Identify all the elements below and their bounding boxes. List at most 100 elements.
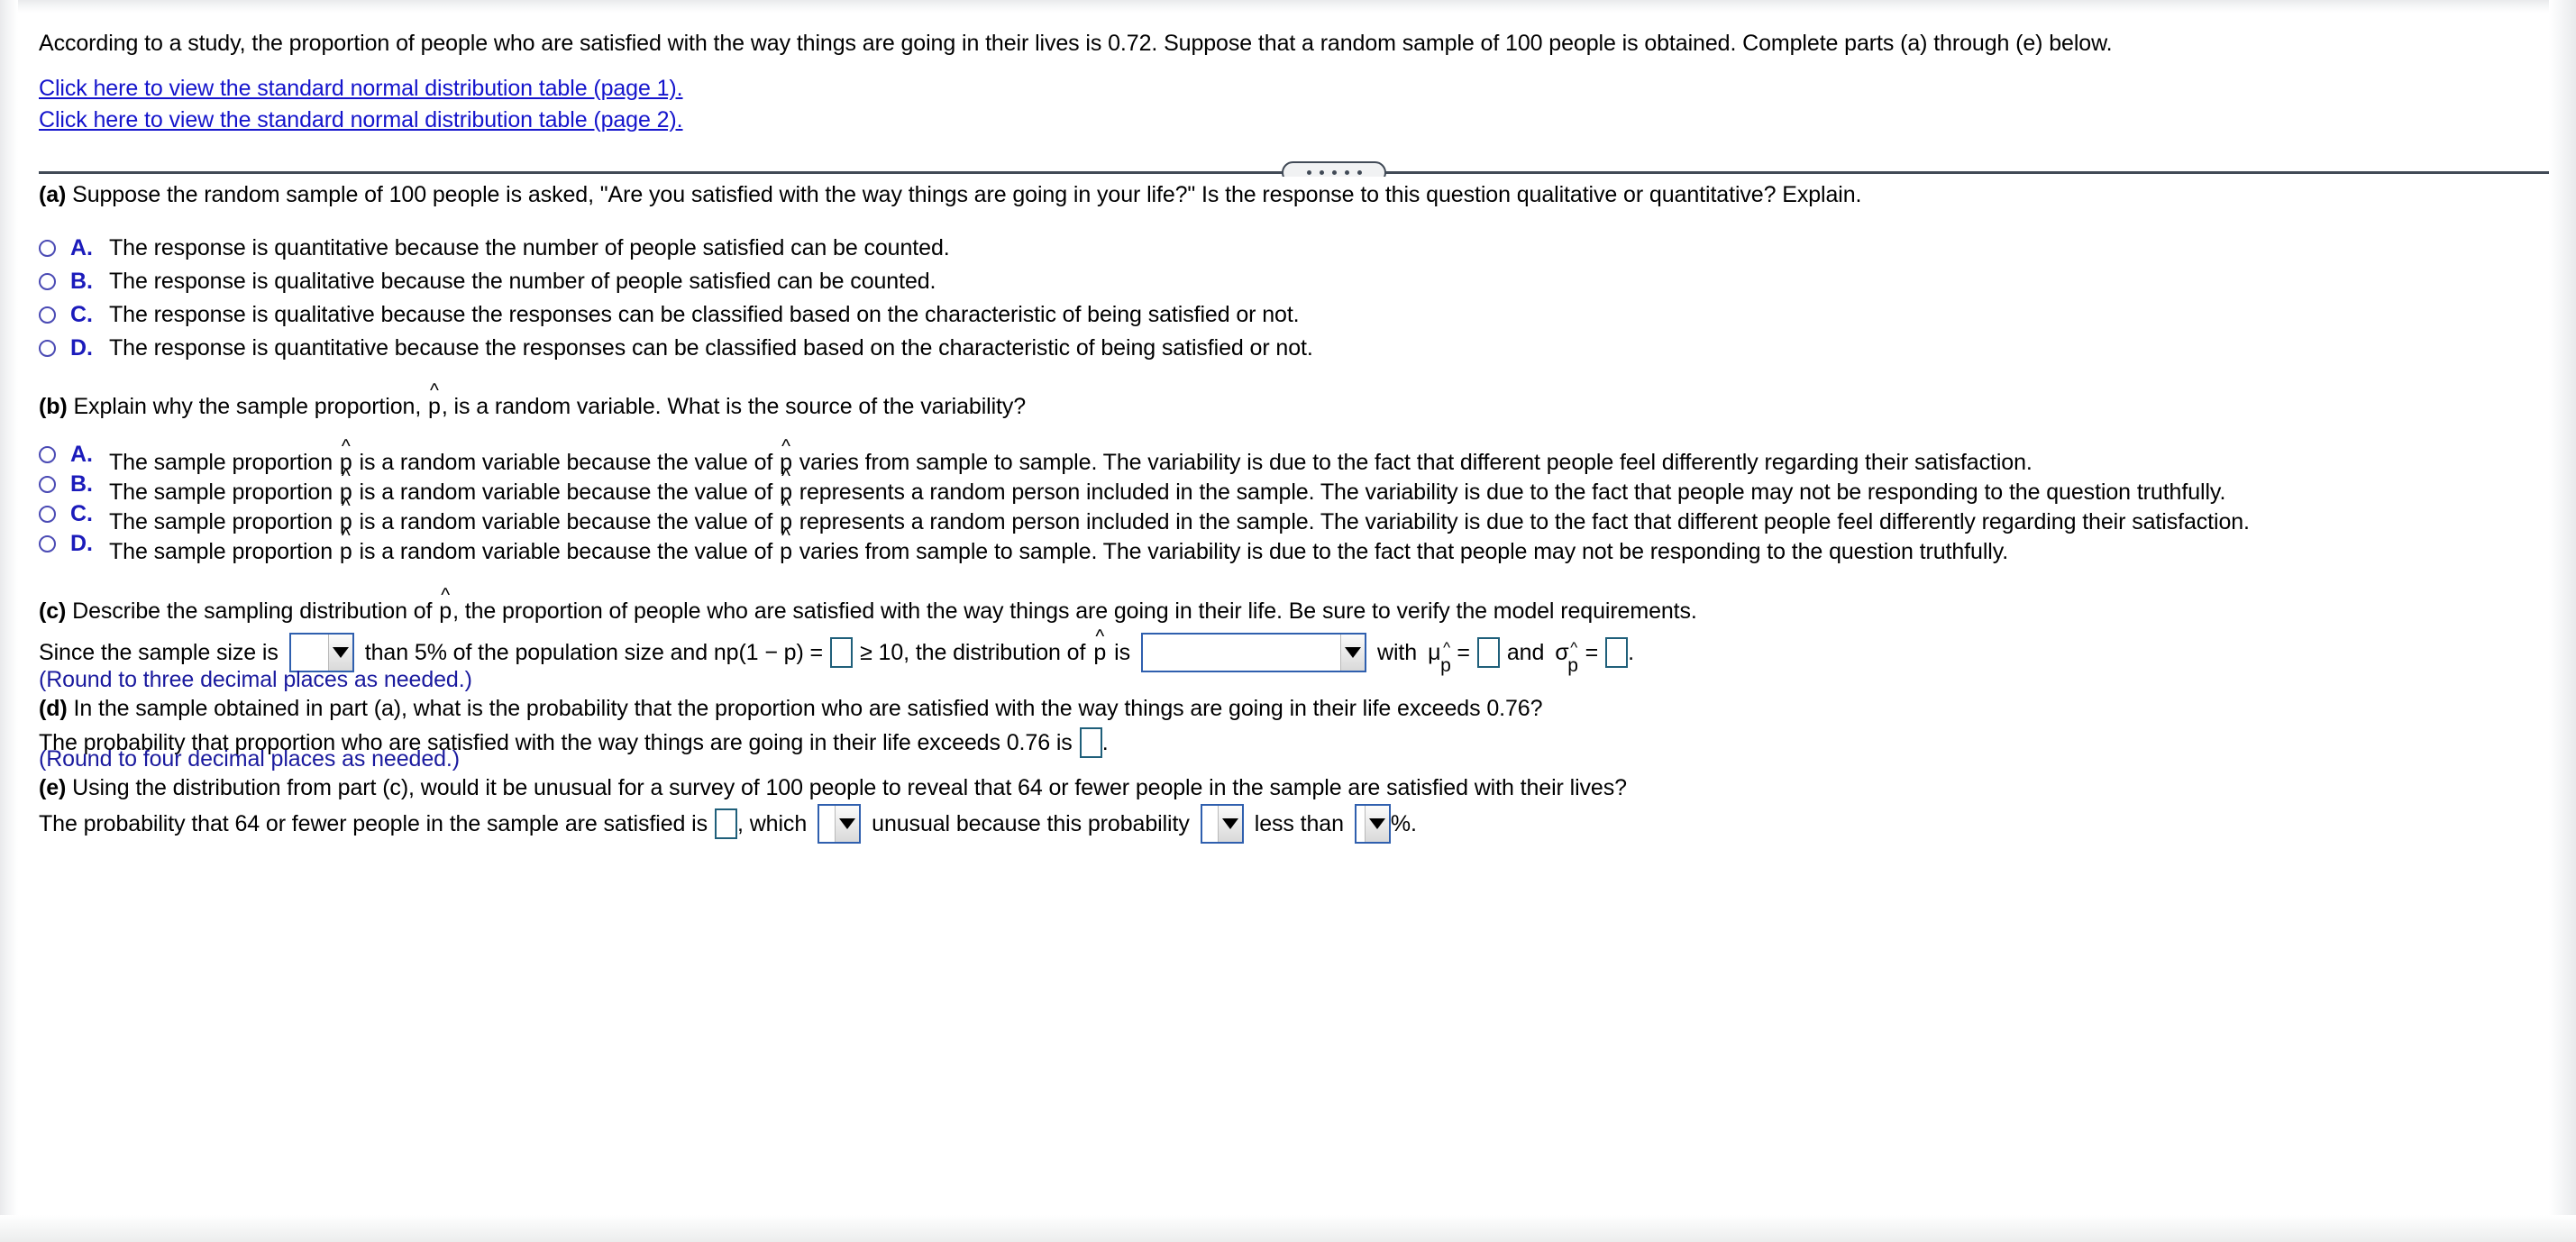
- hat-accent-icon: ^: [1570, 638, 1578, 656]
- radio-button-icon[interactable]: [39, 535, 56, 553]
- choice-text: The response is quantitative because the…: [109, 335, 1313, 361]
- part-a-choice-b[interactable]: B. The response is qualitative because t…: [39, 269, 936, 299]
- chevron-down-icon[interactable]: [327, 635, 352, 671]
- comparison-operator-dropdown[interactable]: [1200, 804, 1244, 844]
- part-e-seg1: The probability that 64 or fewer people …: [39, 810, 708, 836]
- chevron-down-icon[interactable]: [1217, 806, 1242, 842]
- choice-letter: C.: [70, 501, 93, 526]
- choice-letter: D.: [70, 531, 93, 556]
- hat-accent-icon: ^: [781, 496, 790, 516]
- p-hat-symbol: ^ p: [339, 526, 353, 565]
- normal-table-page1-link[interactable]: Click here to view the standard normal d…: [39, 76, 683, 102]
- part-c-rounding-note: (Round to three decimal places as needed…: [39, 667, 472, 692]
- part-e-probability-input[interactable]: [715, 808, 738, 839]
- sigma-value-input[interactable]: [1605, 637, 1629, 668]
- p-hat-symbol: ^ p: [438, 586, 452, 625]
- part-e-prompt: (e) Using the distribution from part (c)…: [39, 775, 1627, 801]
- part-b-prompt: (b) Explain why the sample proportion, ^…: [39, 381, 1027, 420]
- hat-accent-icon: ^: [781, 466, 790, 487]
- subscript-p: p: [1440, 654, 1451, 676]
- p-hat-symbol: ^ p: [1092, 627, 1107, 666]
- part-e-seg5: %.: [1390, 810, 1417, 836]
- threshold-percent-dropdown[interactable]: [1354, 804, 1391, 844]
- part-e-seg2: , which: [737, 810, 808, 836]
- npq-value-input[interactable]: [830, 637, 854, 668]
- choice-text: The sample proportion ^ p is a random var…: [109, 526, 2009, 565]
- part-a-choice-a[interactable]: A. The response is quantitative because …: [39, 235, 950, 266]
- page-edge-shadow-right: [2549, 0, 2576, 1242]
- radio-button-icon[interactable]: [39, 446, 56, 463]
- hat-accent-icon: ^: [441, 585, 451, 606]
- part-d-label: (d): [39, 696, 68, 721]
- part-d-prompt-text: In the sample obtained in part (a), what…: [73, 696, 1543, 721]
- chevron-down-icon[interactable]: [1340, 635, 1365, 671]
- radio-button-icon[interactable]: [39, 240, 56, 257]
- mu-p-hat-symbol: μ ^ p: [1428, 639, 1451, 675]
- radio-button-icon[interactable]: [39, 306, 56, 324]
- sigma-p-hat-symbol: σ ^ p: [1555, 640, 1578, 675]
- question-viewer: According to a study, the proportion of …: [0, 0, 2576, 1242]
- mu-value-input[interactable]: [1476, 637, 1500, 668]
- part-c-prompt: (c) Describe the sampling distribution o…: [39, 586, 1697, 625]
- subscript-p: p: [1567, 654, 1578, 676]
- choice-letter: C.: [70, 302, 93, 327]
- choice-seg: varies from sample to sample. The variab…: [792, 539, 2009, 564]
- p-hat-symbol: ^ p: [779, 526, 793, 565]
- hat-accent-icon: ^: [341, 436, 351, 457]
- choice-seg: is a random variable because the value o…: [352, 539, 780, 564]
- chevron-down-icon[interactable]: [835, 806, 860, 842]
- part-c-eq1: =: [1457, 639, 1470, 665]
- part-e-label: (e): [39, 775, 67, 800]
- hat-accent-icon: ^: [341, 466, 351, 487]
- mu-letter: μ: [1428, 639, 1441, 665]
- page-edge-shadow-top: [0, 0, 2576, 13]
- part-e-prompt-text: Using the distribution from part (c), wo…: [72, 775, 1627, 800]
- part-e-seg4: less than: [1254, 810, 1344, 836]
- handle-dot: [1306, 170, 1311, 175]
- part-b-prompt-post: , is a random variable. What is the sour…: [441, 394, 1027, 419]
- pane-splitter[interactable]: [39, 161, 2549, 184]
- page-edge-shadow-bottom: [0, 1215, 2576, 1242]
- distribution-shape-dropdown[interactable]: [1141, 633, 1366, 672]
- part-d-probability-input[interactable]: [1079, 727, 1102, 758]
- choice-letter: B.: [70, 471, 93, 497]
- part-a-label: (a): [39, 182, 67, 207]
- part-b-choice-c[interactable]: C. The sample proportion ^ p is a random …: [39, 497, 2250, 534]
- hat-accent-icon: ^: [430, 380, 439, 401]
- choice-text: The response is qualitative because the …: [109, 302, 1300, 327]
- hat-accent-icon: ^: [1443, 638, 1450, 656]
- choice-letter: A.: [70, 235, 93, 260]
- part-a-choice-c[interactable]: C. The response is qualitative because t…: [39, 302, 1300, 333]
- part-a-choice-d[interactable]: D. The response is quantitative because …: [39, 335, 1313, 366]
- hat-accent-icon: ^: [341, 496, 351, 516]
- chevron-down-icon[interactable]: [1364, 806, 1389, 842]
- question-stem-text: According to a study, the proportion of …: [39, 31, 2113, 56]
- radio-button-icon[interactable]: [39, 506, 56, 523]
- choice-seg: The sample proportion: [109, 539, 339, 564]
- choice-letter: A.: [70, 442, 93, 467]
- handle-dot: [1344, 170, 1349, 175]
- hat-accent-icon: ^: [341, 525, 351, 546]
- part-c-seg4: is: [1114, 639, 1130, 665]
- choice-text: The response is quantitative because the…: [109, 235, 950, 260]
- radio-button-icon[interactable]: [39, 476, 56, 493]
- question-stem-pane: According to a study, the proportion of …: [18, 13, 2549, 160]
- part-c-seg3: ≥ 10, the distribution of: [860, 639, 1086, 665]
- p-hat-symbol: ^ p: [427, 381, 442, 420]
- part-b-choice-b[interactable]: B. The sample proportion ^ p is a random …: [39, 467, 2225, 505]
- normal-table-page2-link[interactable]: Click here to view the standard normal d…: [39, 107, 683, 133]
- part-b-label: (b): [39, 394, 68, 419]
- choice-letter: D.: [70, 335, 93, 361]
- choice-letter: B.: [70, 269, 93, 294]
- part-b-choice-a[interactable]: A. The sample proportion ^ p is a random …: [39, 437, 2032, 475]
- part-a-prompt: (a) Suppose the random sample of 100 peo…: [39, 182, 1861, 208]
- hat-accent-icon: ^: [781, 436, 790, 457]
- part-c-prompt-post: , the proportion of people who are satis…: [452, 598, 1697, 624]
- question-panel: According to a study, the proportion of …: [18, 13, 2549, 1215]
- is-unusual-dropdown[interactable]: [818, 804, 862, 844]
- page-edge-shadow-left: [0, 0, 18, 1242]
- radio-button-icon[interactable]: [39, 340, 56, 357]
- part-d-rounding-note: (Round to four decimal places as needed.…: [39, 746, 461, 772]
- part-b-choice-d[interactable]: D. The sample proportion ^ p is a random …: [39, 526, 2009, 565]
- radio-button-icon[interactable]: [39, 273, 56, 290]
